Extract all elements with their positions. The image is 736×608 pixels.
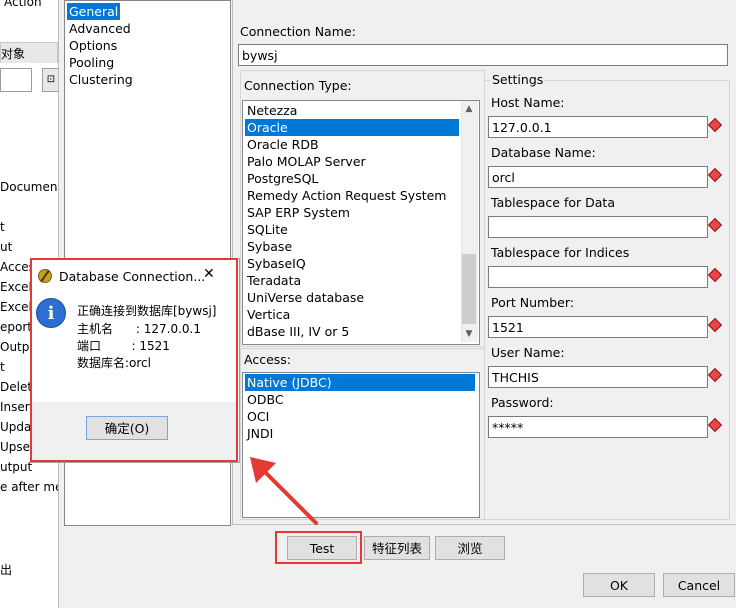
tablespace-data-input[interactable] [488, 216, 708, 238]
connection-type-item[interactable]: dBase III, IV or 5 [245, 323, 349, 340]
background-tree-item[interactable]: t [0, 360, 5, 374]
nav-item-general[interactable]: General [67, 3, 121, 20]
host-name-label: Host Name: [491, 95, 565, 110]
settings-title: Settings [490, 72, 546, 87]
user-name-label: User Name: [491, 345, 565, 360]
background-tree-item[interactable]: t [0, 220, 5, 234]
scroll-up-icon[interactable]: ▲ [461, 101, 477, 117]
ok-button[interactable]: OK [583, 573, 655, 597]
background-tab-label: 对象 [1, 47, 26, 61]
connection-type-item[interactable]: Palo MOLAP Server [245, 153, 366, 170]
connection-type-item-selected[interactable]: Oracle [245, 119, 459, 136]
connection-type-item[interactable]: PostgreSQL [245, 170, 318, 187]
tablespace-indices-input[interactable] [488, 266, 708, 288]
scroll-thumb[interactable] [462, 254, 476, 324]
browse-button[interactable]: 浏览 [435, 536, 505, 560]
access-label: Access: [244, 352, 292, 367]
connection-type-list[interactable]: Netezza Oracle Oracle RDB Palo MOLAP Ser… [242, 100, 480, 345]
access-item[interactable]: JNDI [245, 425, 273, 442]
connection-type-item[interactable]: Remedy Action Request System [245, 187, 446, 204]
access-item[interactable]: ODBC [245, 391, 284, 408]
background-tree-item[interactable]: e after me [0, 480, 62, 494]
connection-type-item[interactable]: SQLite [245, 221, 288, 238]
port-number-input[interactable]: 1521 [488, 316, 708, 338]
features-button[interactable]: 特征列表 [364, 536, 430, 560]
tablespace-indices-label: Tablespace for Indices [491, 245, 630, 260]
connection-name-input[interactable]: bywsj [238, 44, 728, 66]
connection-type-item[interactable]: SAP ERP System [245, 204, 350, 221]
background-tree-item[interactable]: Upda [0, 420, 31, 434]
access-item[interactable]: OCI [245, 408, 269, 425]
nav-item-pooling[interactable]: Pooling [67, 54, 116, 71]
background-tree-item[interactable]: Delet [0, 380, 32, 394]
cancel-button[interactable]: Cancel [663, 573, 735, 597]
background-tree-item[interactable]: ut [0, 240, 12, 254]
connection-name-label: Connection Name: [240, 24, 356, 39]
background-tree-item[interactable]: Upse [0, 440, 30, 454]
background-tree-item[interactable]: Outp [0, 340, 29, 354]
connection-type-item[interactable]: Sybase [245, 238, 292, 255]
background-tree-item[interactable]: utput [0, 460, 32, 474]
tablespace-data-label: Tablespace for Data [491, 195, 615, 210]
nav-item-clustering[interactable]: Clustering [67, 71, 135, 88]
port-number-label: Port Number: [491, 295, 574, 310]
background-tree-item[interactable]: 出 [0, 561, 12, 578]
highlight-box-test [275, 531, 362, 564]
scroll-down-icon[interactable]: ▼ [461, 326, 477, 342]
background-menu-action[interactable]: Action [4, 0, 42, 9]
database-name-input[interactable]: orcl [488, 166, 708, 188]
background-tree-item[interactable]: Inser [0, 400, 30, 414]
background-input[interactable] [0, 68, 32, 92]
connection-type-item[interactable]: UniVerse database [245, 289, 364, 306]
background-tab[interactable]: 对象 [0, 42, 58, 63]
connection-type-label: Connection Type: [244, 78, 352, 93]
connection-type-item[interactable]: Teradata [245, 272, 301, 289]
host-name-input[interactable]: 127.0.0.1 [488, 116, 708, 138]
nav-item-options[interactable]: Options [67, 37, 119, 54]
password-input[interactable]: ***** [488, 416, 708, 438]
access-item-selected[interactable]: Native (JDBC) [245, 374, 475, 391]
connection-type-item[interactable]: Netezza [245, 102, 297, 119]
highlight-box-popup [30, 258, 238, 462]
database-name-label: Database Name: [491, 145, 596, 160]
background-tree-item[interactable]: Excel [0, 300, 32, 314]
user-name-input[interactable]: THCHIS [488, 366, 708, 388]
background-tree-item[interactable]: Document [0, 180, 62, 194]
connection-type-item[interactable]: Oracle RDB [245, 136, 319, 153]
annotation-arrow-icon [250, 457, 318, 525]
connection-type-item[interactable]: SybaseIQ [245, 255, 306, 272]
nav-item-advanced[interactable]: Advanced [67, 20, 133, 37]
connection-type-item[interactable]: Vertica [245, 306, 290, 323]
password-label: Password: [491, 395, 554, 410]
background-tree-item[interactable]: Excel [0, 280, 32, 294]
